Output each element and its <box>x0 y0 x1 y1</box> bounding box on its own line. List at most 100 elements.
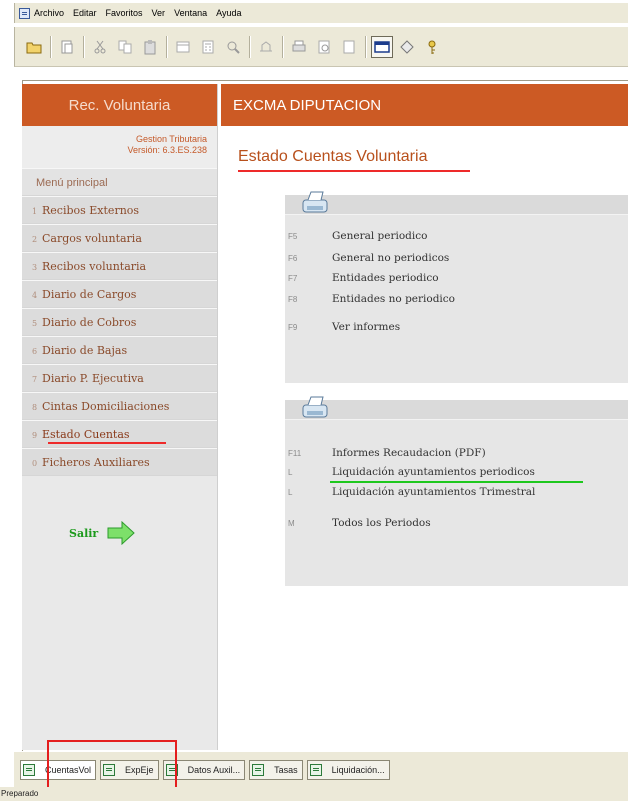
shortcut-key: F9 <box>288 322 298 332</box>
menu-bar: Archivo Editar Favoritos Ver Ventana Ayu… <box>14 3 628 23</box>
option-label: General no periodicos <box>332 252 450 264</box>
search-icon[interactable] <box>222 36 244 58</box>
options-panel-1: F5 General periodico F6 General no periodi… <box>285 191 628 383</box>
menu-item-number: 9 <box>32 431 38 440</box>
sidebar-item-label: Cintas Domiciliaciones <box>42 400 170 413</box>
sidebar-item-label: Diario P. Ejecutiva <box>42 372 144 385</box>
app-name: Gestion Tributaria <box>135 134 207 144</box>
task-label: Datos Auxil... <box>187 764 241 775</box>
option-row[interactable]: F9 Ver informes <box>285 317 628 337</box>
open-folder-icon[interactable] <box>23 36 45 58</box>
content-header: EXCMA DIPUTACION <box>221 84 628 126</box>
sidebar-item-label: Estado Cuentas <box>42 428 130 441</box>
toolbar-separator <box>365 35 366 58</box>
sidebar-item-label: Recibos Externos <box>42 204 140 217</box>
menu-item-number: 6 <box>32 347 38 356</box>
app-icon[interactable] <box>19 7 30 19</box>
menu-editar[interactable]: Editar <box>73 8 97 18</box>
window-icon <box>252 763 265 776</box>
option-row[interactable]: L Liquidación ayuntamientos Trimestral <box>285 482 628 502</box>
task-label: Liquidación... <box>331 764 385 775</box>
copy-page-icon[interactable] <box>56 36 78 58</box>
app-info: Gestion Tributaria Versión: 6.3.ES.238 <box>22 126 217 168</box>
copy-icon[interactable] <box>114 36 136 58</box>
shortcut-key: M <box>288 518 295 528</box>
panel-band <box>285 400 628 420</box>
toolbar-separator <box>50 35 51 58</box>
exit-button[interactable]: Salir <box>69 521 136 545</box>
menu-ventana[interactable]: Ventana <box>174 8 207 18</box>
sidebar-item-diario-bajas[interactable]: 6 Diario de Bajas <box>22 336 217 364</box>
option-row[interactable]: F6 General no periodicos <box>285 248 628 268</box>
tag-icon[interactable] <box>396 36 418 58</box>
calculator-icon[interactable] <box>197 36 219 58</box>
task-label: Tasas <box>274 764 298 775</box>
menu-ver[interactable]: Ver <box>152 8 166 18</box>
shortcut-key: L <box>288 467 293 477</box>
sidebar-item-cintas-domiciliaciones[interactable]: 8 Cintas Domiciliaciones <box>22 392 217 420</box>
panel-band <box>285 195 628 215</box>
toolbar-separator <box>83 35 84 58</box>
sidebar-item-label: Recibos voluntaria <box>42 260 147 273</box>
help-key-icon[interactable] <box>421 36 443 58</box>
printer-icon <box>302 191 328 213</box>
menu-title: Menú principal <box>22 168 217 196</box>
option-row[interactable]: F5 General periodico <box>285 226 628 246</box>
page-icon[interactable] <box>338 36 360 58</box>
option-label: Liquidación ayuntamientos periodicos <box>332 466 535 478</box>
status-bar: Preparado <box>0 787 628 801</box>
option-row[interactable]: L Liquidación ayuntamientos periodicos <box>285 462 628 482</box>
sidebar-item-label: Diario de Cargos <box>42 288 137 301</box>
sidebar-item-cargos-voluntaria[interactable]: 2 Cargos voluntaria <box>22 224 217 252</box>
toolbar-separator <box>166 35 167 58</box>
sidebar-header: Rec. Voluntaria <box>22 84 217 126</box>
menu-item-number: 0 <box>32 459 38 468</box>
paste-icon[interactable] <box>139 36 161 58</box>
print-preview-icon[interactable] <box>172 36 194 58</box>
option-row[interactable]: F11 Informes Recaudacion (PDF) <box>285 443 628 463</box>
sidebar-item-label: Diario de Cobros <box>42 316 137 329</box>
menu-item-number: 5 <box>32 319 38 328</box>
toolbar <box>14 27 628 67</box>
option-row[interactable]: F7 Entidades periodico <box>285 268 628 288</box>
title-underline <box>238 170 470 172</box>
menu-archivo[interactable]: Archivo <box>34 8 64 18</box>
cut-icon[interactable] <box>89 36 111 58</box>
page-title: Estado Cuentas Voluntaria <box>238 148 428 165</box>
sidebar-item-diario-cargos[interactable]: 4 Diario de Cargos <box>22 280 217 308</box>
shortcut-key: F11 <box>288 448 302 458</box>
menu-item-number: 7 <box>32 375 38 384</box>
sidebar-item-label: Cargos voluntaria <box>42 232 142 245</box>
connect-icon[interactable] <box>255 36 277 58</box>
sidebar-item-recibos-voluntaria[interactable]: 3 Recibos voluntaria <box>22 252 217 280</box>
document-preview-icon[interactable] <box>313 36 335 58</box>
option-label: Todos los Periodos <box>332 517 431 529</box>
menu-favoritos[interactable]: Favoritos <box>106 8 143 18</box>
arrow-right-icon <box>107 521 135 545</box>
menu-ayuda[interactable]: Ayuda <box>216 8 241 18</box>
menu-item-number: 2 <box>32 235 38 244</box>
sidebar-item-estado-cuentas[interactable]: 9 Estado Cuentas <box>22 420 217 448</box>
shortcut-key: F5 <box>288 231 298 241</box>
option-row[interactable]: M Todos los Periodos <box>285 513 628 533</box>
option-label: Ver informes <box>332 321 401 333</box>
sidebar-item-ficheros-auxiliares[interactable]: 0 Ficheros Auxiliares <box>22 448 217 476</box>
sidebar-item-label: Ficheros Auxiliares <box>42 456 150 469</box>
grid-icon <box>309 763 322 776</box>
option-row[interactable]: F8 Entidades no periodico <box>285 289 628 309</box>
sidebar-item-recibos-externos[interactable]: 1 Recibos Externos <box>22 196 217 224</box>
printer-icon <box>302 396 328 418</box>
shortcut-key: F7 <box>288 273 298 283</box>
toolbar-separator <box>249 35 250 58</box>
sidebar-item-label: Diario de Bajas <box>42 344 128 357</box>
sidebar-item-diario-cobros[interactable]: 5 Diario de Cobros <box>22 308 217 336</box>
exit-label: Salir <box>69 526 99 540</box>
window-icon[interactable] <box>371 35 393 58</box>
task-tasas[interactable]: Tasas <box>249 759 303 780</box>
printer-icon[interactable] <box>288 36 310 58</box>
task-liquidacion[interactable]: Liquidación... <box>306 759 390 780</box>
sidebar-item-diario-ejecutiva[interactable]: 7 Diario P. Ejecutiva <box>22 364 217 392</box>
toolbar-separator <box>282 35 283 58</box>
menu-item-number: 4 <box>32 291 38 300</box>
option-label: Informes Recaudacion (PDF) <box>332 447 486 459</box>
